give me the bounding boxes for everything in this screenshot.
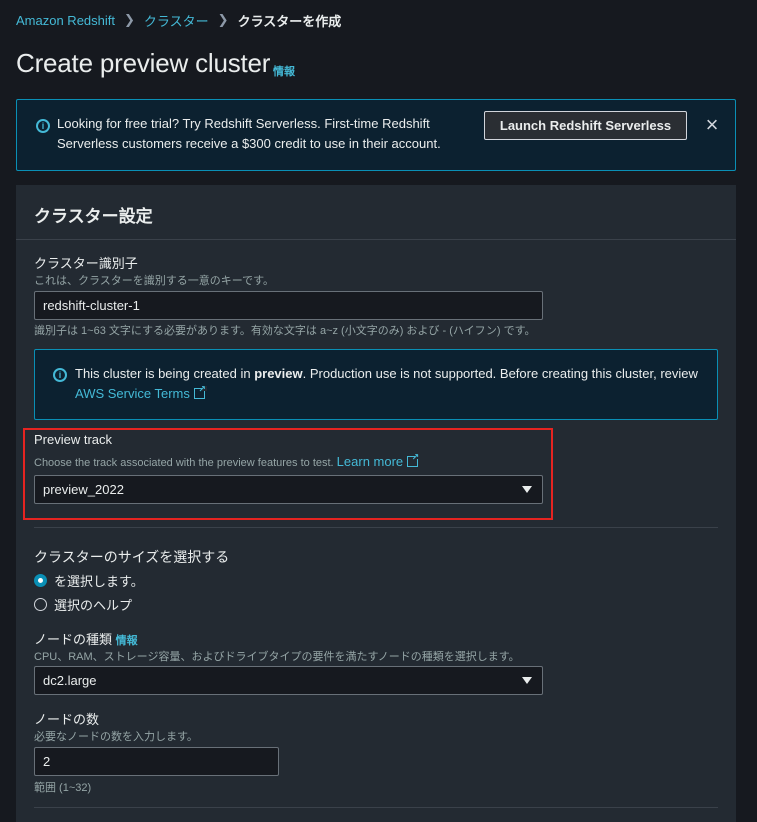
close-icon[interactable]: ×	[702, 113, 722, 137]
learn-more-label: Learn more	[336, 454, 404, 469]
preview-track-label: Preview track	[34, 432, 113, 447]
section-divider	[34, 807, 718, 808]
external-link-icon: ↗	[193, 385, 207, 399]
free-trial-message: Looking for free trial? Try Redshift Ser…	[57, 116, 441, 151]
node-type-description: CPU、RAM、ストレージ容量、およびドライブタイプの要件を満たすノードの種類を…	[34, 651, 520, 663]
preview-track-value: preview_2022	[43, 482, 124, 497]
caret-down-icon	[522, 676, 532, 684]
info-icon: i	[36, 119, 50, 133]
cluster-size-label: クラスターのサイズを選択する	[34, 549, 230, 565]
radio-checked-icon	[34, 574, 47, 587]
node-type-info-link[interactable]: 情報	[116, 635, 138, 647]
chevron-right-icon: ❯	[217, 12, 229, 27]
preview-alert-bold: preview	[254, 366, 303, 381]
node-count-range: 範囲 (1~32)	[34, 782, 92, 794]
preview-track-description-row: Choose the track associated with the pre…	[34, 453, 421, 469]
node-type-label-row: ノードの種類 情報	[34, 629, 138, 648]
size-option-choose-label: を選択します。	[54, 574, 144, 589]
section-divider	[34, 527, 718, 528]
breadcrumb-clusters-link[interactable]: クラスター	[144, 11, 209, 30]
breadcrumb-redshift-link[interactable]: Amazon Redshift	[16, 13, 115, 28]
identifier-label: クラスター識別子	[34, 256, 138, 271]
preview-alert-prefix: This cluster is being created in	[75, 366, 255, 381]
node-type-select[interactable]: dc2.large	[34, 666, 543, 695]
node-type-label: ノードの種類	[34, 632, 113, 647]
page-title: Create preview cluster	[16, 48, 271, 78]
panel-header: クラスター設定	[16, 185, 736, 240]
info-icon: i	[53, 368, 67, 382]
preview-track-description: Choose the track associated with the pre…	[34, 457, 334, 469]
node-count-description: 必要なノードの数を入力します。	[34, 731, 198, 743]
node-count-input[interactable]: 2	[34, 747, 279, 776]
aws-service-terms-label: AWS Service Terms	[75, 386, 190, 401]
breadcrumb: Amazon Redshift ❯ クラスター ❯ クラスターを作成	[16, 11, 341, 29]
identifier-description: これは、クラスターを識別する一意のキーです。	[34, 275, 275, 287]
chevron-right-icon: ❯	[124, 12, 135, 27]
external-link-icon: ↗	[407, 453, 421, 467]
preview-alert-text: This cluster is being created in preview…	[75, 364, 705, 404]
cluster-identifier-input[interactable]: redshift-cluster-1	[34, 291, 543, 320]
size-option-help-label: 選択のヘルプ	[54, 598, 133, 613]
preview-track-select[interactable]: preview_2022	[34, 475, 543, 504]
panel-title: クラスター設定	[34, 207, 153, 226]
breadcrumb-current: クラスターを作成	[237, 13, 342, 29]
radio-unchecked-icon	[34, 598, 47, 611]
identifier-constraint: 識別子は 1~63 文字にする必要があります。有効な文字は a~z (小文字のみ…	[34, 325, 536, 337]
size-option-help[interactable]: 選択のヘルプ	[34, 595, 132, 614]
node-count-label: ノードの数	[34, 712, 100, 727]
cluster-settings-panel: クラスター設定 クラスター識別子 これは、クラスターを識別する一意のキーです。 …	[16, 185, 736, 822]
preview-alert-suffix: . Production use is not supported. Befor…	[302, 366, 698, 381]
node-type-value: dc2.large	[43, 673, 97, 688]
learn-more-link[interactable]: Learn more ↗	[336, 453, 421, 469]
preview-alert: i This cluster is being created in previ…	[34, 349, 718, 420]
launch-serverless-button[interactable]: Launch Redshift Serverless	[484, 111, 687, 140]
free-trial-banner: i Looking for free trial? Try Redshift S…	[16, 99, 736, 171]
size-option-choose[interactable]: を選択します。	[34, 571, 144, 590]
caret-down-icon	[522, 485, 532, 493]
title-info-link[interactable]: 情報	[273, 63, 295, 79]
aws-service-terms-link[interactable]: AWS Service Terms ↗	[75, 385, 207, 401]
